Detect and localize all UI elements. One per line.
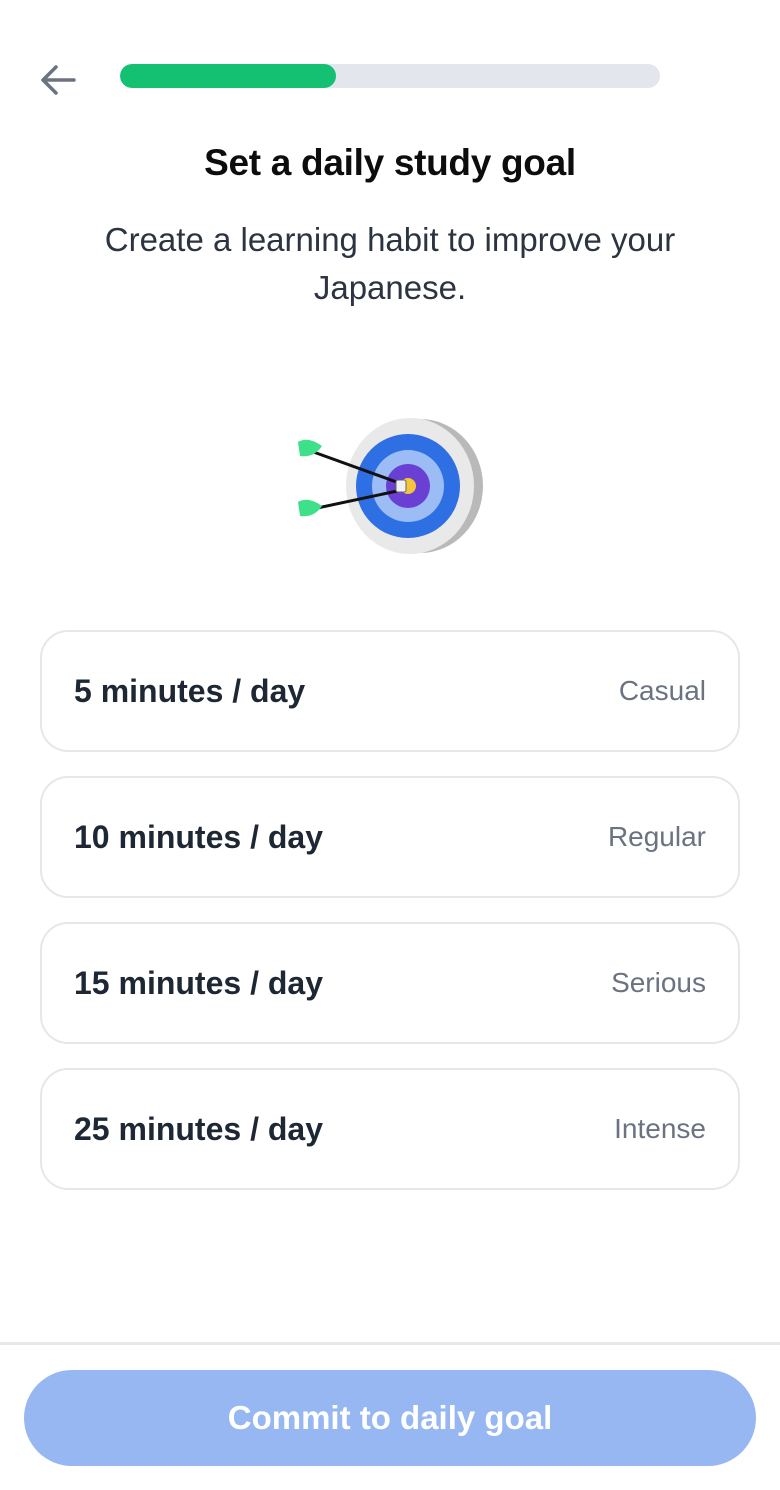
- goal-option-10-min[interactable]: 10 minutes / day Regular: [40, 776, 740, 898]
- footer-divider: [0, 1342, 780, 1345]
- goal-option-25-min[interactable]: 25 minutes / day Intense: [40, 1068, 740, 1190]
- page-title: Set a daily study goal: [204, 142, 576, 183]
- commit-button[interactable]: Commit to daily goal: [24, 1370, 756, 1466]
- page-subtitle: Create a learning habit to improve your …: [104, 221, 676, 306]
- goal-option-5-min[interactable]: 5 minutes / day Casual: [40, 630, 740, 752]
- goal-option-label: 5 minutes / day: [74, 672, 306, 709]
- arrow-left-icon: [41, 65, 76, 95]
- target-with-arrows-icon: [290, 412, 490, 562]
- goal-option-tag: Casual: [618, 675, 706, 706]
- goal-option-label: 15 minutes / day: [74, 964, 323, 1001]
- back-button[interactable]: [30, 55, 86, 105]
- goal-option-tag: Intense: [614, 1113, 706, 1144]
- goal-option-tag: Serious: [611, 967, 706, 998]
- goal-option-tag: Regular: [607, 821, 706, 852]
- progress-bar: [120, 64, 660, 88]
- goal-options-list: 5 minutes / day Casual 10 minutes / day …: [40, 630, 740, 1214]
- goal-option-label: 10 minutes / day: [74, 818, 323, 855]
- progress-bar-fill: [120, 64, 336, 88]
- goal-option-15-min[interactable]: 15 minutes / day Serious: [40, 922, 740, 1044]
- goal-option-label: 25 minutes / day: [74, 1110, 323, 1147]
